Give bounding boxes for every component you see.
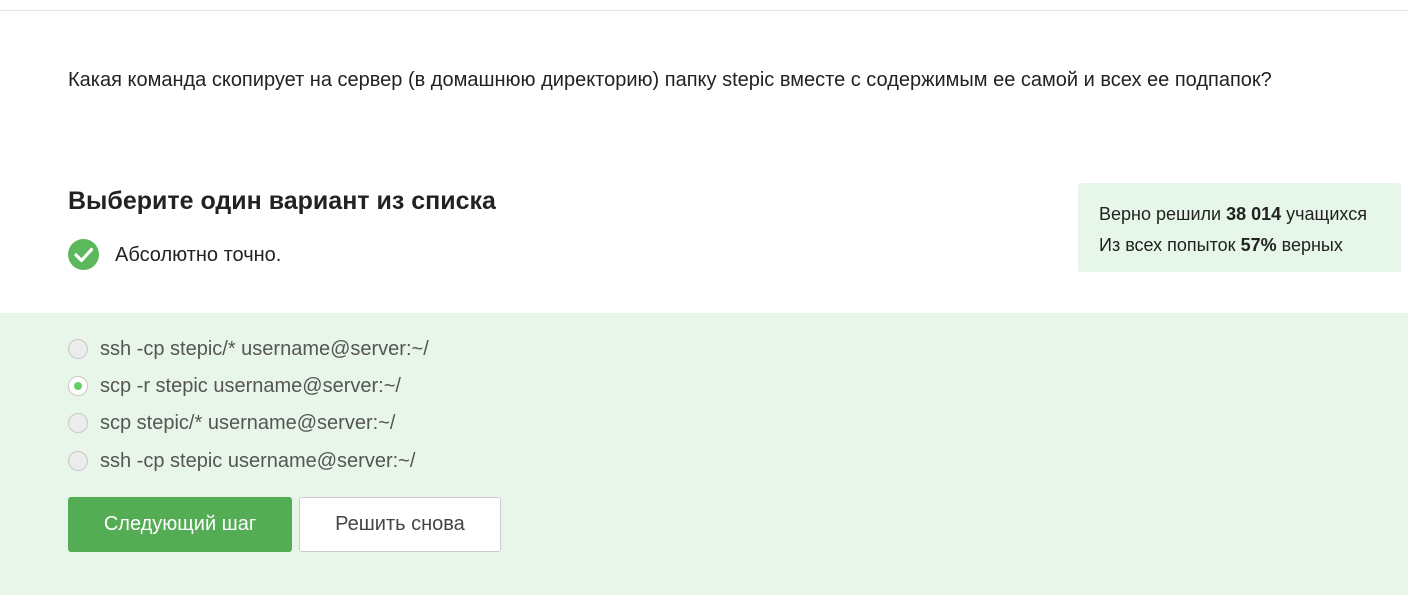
instruction-heading: Выберите один вариант из списка	[68, 187, 496, 215]
stats-solved-line: Верно решили 38 014 учащихся	[1099, 199, 1401, 230]
quiz-step: Какая команда скопирует на сервер (в дом…	[0, 0, 1408, 595]
stats-attempts-prefix: Из всех попыток	[1099, 235, 1236, 255]
stats-solved-count: 38 014	[1226, 204, 1282, 224]
option-1[interactable]: ssh -cp stepic/* username@server:~/	[68, 337, 429, 361]
option-2-label: scp -r stepic username@server:~/	[100, 375, 401, 397]
stats-attempts-suffix: верных	[1281, 235, 1343, 255]
option-2[interactable]: scp -r stepic username@server:~/	[68, 374, 401, 398]
option-3-radio[interactable]	[68, 413, 88, 433]
feedback-text: Абсолютно точно.	[115, 243, 282, 266]
option-2-radio[interactable]	[68, 376, 88, 396]
solution-stats: Верно решили 38 014 учащихся Из всех поп…	[1078, 183, 1401, 272]
solve-again-button[interactable]: Решить снова	[299, 497, 501, 552]
question-text: Какая команда скопирует на сервер (в дом…	[68, 69, 1272, 91]
option-4[interactable]: ssh -cp stepic username@server:~/	[68, 449, 415, 473]
option-3-label: scp stepic/* username@server:~/	[100, 412, 396, 434]
stats-attempts-percent: 57%	[1240, 235, 1277, 255]
option-1-radio[interactable]	[68, 339, 88, 359]
stats-solved-prefix: Верно решили	[1099, 204, 1222, 224]
option-4-radio[interactable]	[68, 451, 88, 471]
next-step-button[interactable]: Следующий шаг	[68, 497, 292, 552]
option-3[interactable]: scp stepic/* username@server:~/	[68, 411, 395, 435]
option-1-label: ssh -cp stepic/* username@server:~/	[100, 338, 429, 360]
stats-attempts-line: Из всех попыток 57% верных	[1099, 230, 1401, 261]
top-divider	[0, 10, 1408, 11]
feedback-message: Абсолютно точно.	[68, 239, 281, 270]
stats-solved-suffix: учащихся	[1286, 204, 1367, 224]
option-4-label: ssh -cp stepic username@server:~/	[100, 450, 416, 472]
check-circle-icon	[68, 239, 99, 270]
